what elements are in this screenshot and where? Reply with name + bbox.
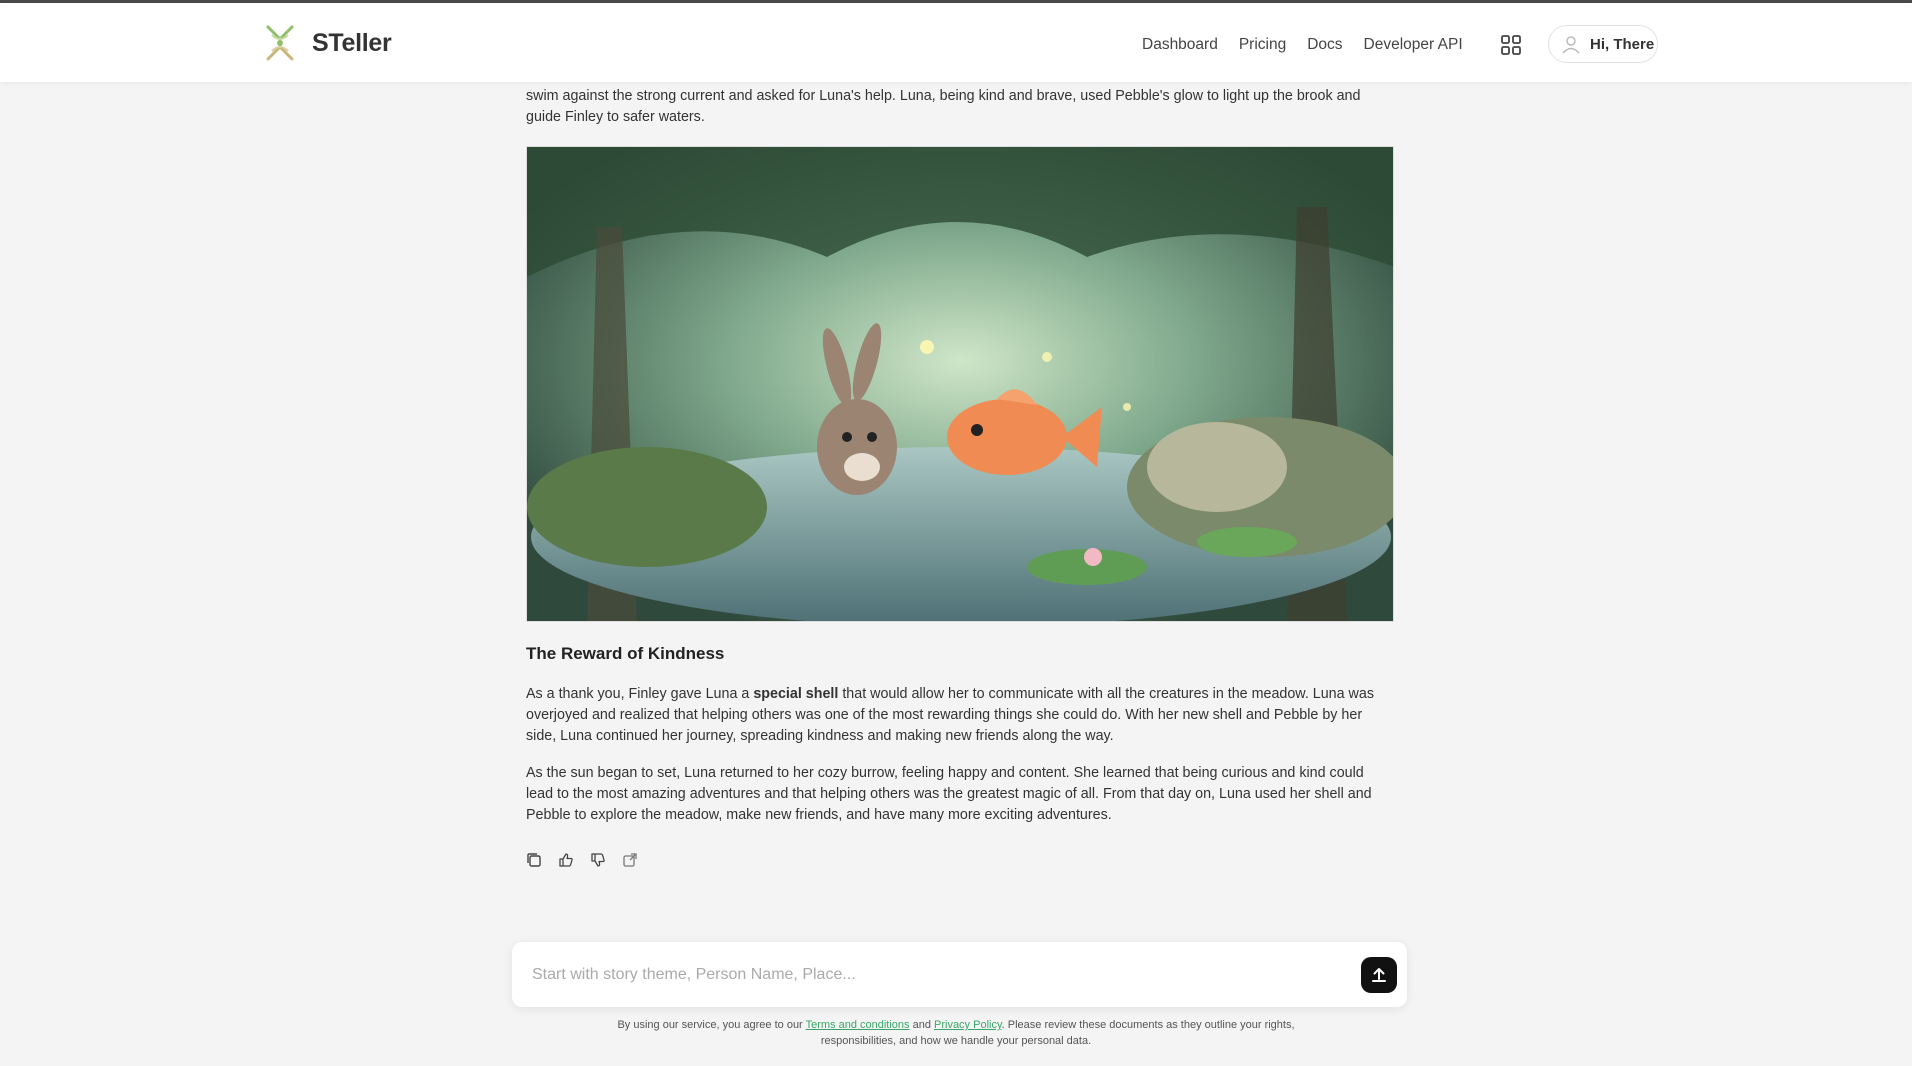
notice-text: By using our service, you agree to our	[617, 1019, 806, 1031]
brand[interactable]: STeller	[262, 23, 392, 63]
avatar-icon	[1562, 36, 1580, 54]
thumbs-up-icon[interactable]	[558, 852, 574, 868]
highlighted-text: special shell	[753, 686, 839, 702]
terms-link[interactable]: Terms and conditions	[806, 1019, 910, 1031]
section-title: The Reward of Kindness	[526, 644, 725, 663]
brand-name: STeller	[312, 28, 392, 57]
paragraph-text: As a thank you, Finley gave Luna a	[526, 686, 754, 702]
nav-dashboard-link[interactable]: Dashboard	[1142, 36, 1218, 54]
terms-notice: By using our service, you agree to our T…	[600, 1017, 1312, 1049]
copy-icon[interactable]	[526, 852, 542, 868]
steller-logo-icon	[266, 25, 294, 61]
nav-pricing-link[interactable]: Pricing	[1239, 36, 1286, 54]
privacy-link[interactable]: Privacy Policy	[934, 1019, 1002, 1031]
nav-developer-api-link[interactable]: Developer API	[1364, 36, 1463, 54]
story-prompt-input[interactable]	[530, 958, 1314, 992]
story-prompt-composer	[512, 942, 1407, 1007]
message-actions	[526, 852, 638, 868]
apps-grid-icon[interactable]	[1500, 34, 1522, 56]
notice-text: and	[909, 1019, 934, 1031]
story-intro-paragraph: swim against the strong current and aske…	[526, 88, 1361, 125]
main-nav: Dashboard Pricing Docs Developer API	[1142, 29, 1463, 61]
story-illustration	[526, 146, 1394, 622]
story-paragraph-2: As the sun began to set, Luna returned t…	[526, 765, 1372, 823]
share-icon[interactable]	[622, 852, 638, 868]
nav-docs-link[interactable]: Docs	[1307, 36, 1342, 54]
user-menu-button[interactable]: Hi, There	[1548, 25, 1658, 63]
user-greeting: Hi, There	[1590, 35, 1655, 53]
story-paragraph-1: As a thank you, Finley gave Luna a speci…	[526, 684, 1394, 747]
thumbs-down-icon[interactable]	[590, 852, 606, 868]
top-navbar: STeller Dashboard Pricing Docs Developer…	[0, 3, 1912, 82]
upload-arrow-icon	[1372, 968, 1386, 982]
bunny-fish-pond-illustration	[527, 147, 1393, 621]
send-button[interactable]	[1361, 957, 1397, 993]
